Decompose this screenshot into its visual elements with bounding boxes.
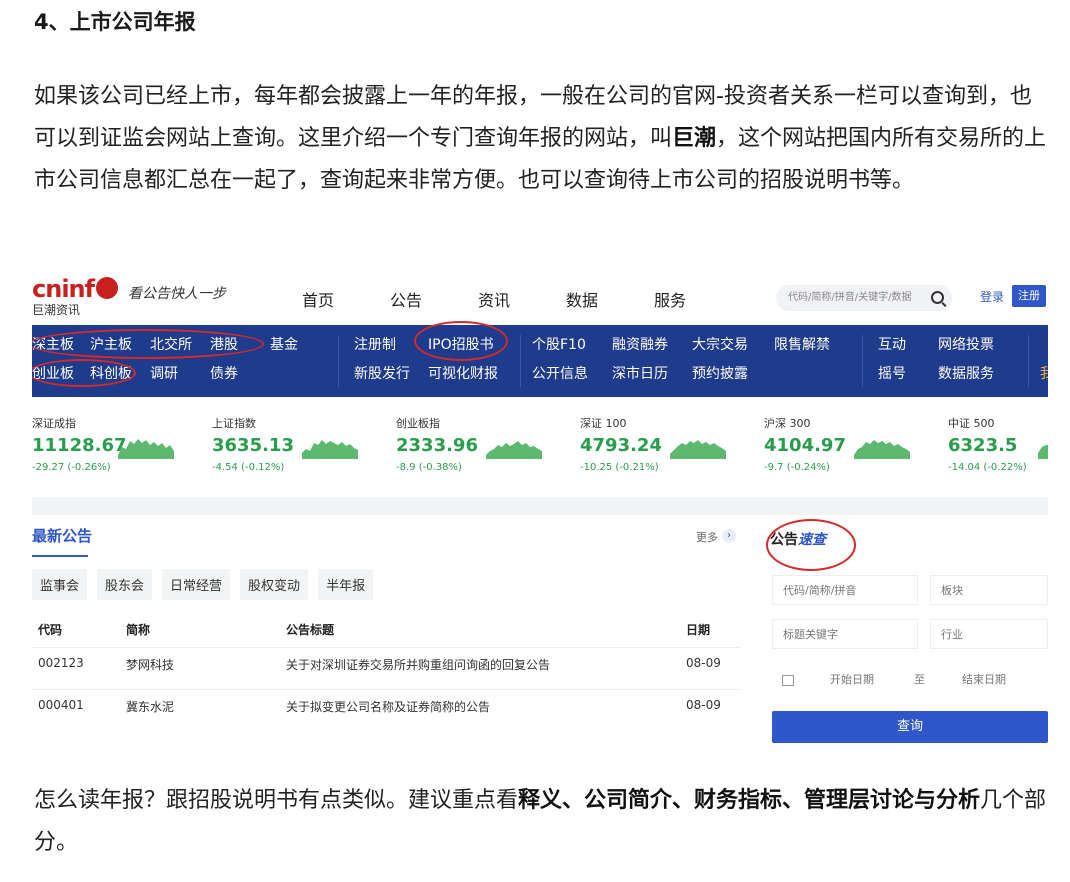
- annotation-circle-quick-search: [766, 519, 856, 571]
- nav-data[interactable]: 数据: [566, 287, 654, 311]
- nav-news[interactable]: 资讯: [478, 287, 566, 311]
- end-date-input[interactable]: 结束日期: [962, 671, 1006, 687]
- menu-fund[interactable]: 基金: [270, 334, 298, 354]
- annotation-circle-boards: [32, 329, 264, 359]
- menu-divider: [1028, 335, 1029, 387]
- chevron-right-icon[interactable]: ›: [722, 529, 736, 543]
- date-to-label: 至: [914, 673, 925, 686]
- sparkline-icon: [302, 440, 358, 459]
- keyword-input[interactable]: 标题关键字: [772, 619, 918, 649]
- date-range[interactable]: [772, 663, 1048, 693]
- reading-paragraph: 怎么读年报？跟招股说明书有点类似。建议重点看释义、公司简介、财务指标、管理层讨论…: [34, 780, 1050, 864]
- menu-scheduled[interactable]: 预约披露: [692, 363, 748, 383]
- table-header: 代码 简称 公告标题 日期: [38, 623, 711, 637]
- menu-divider: [338, 335, 339, 387]
- tab-equity-change[interactable]: 股权变动: [240, 569, 309, 600]
- table-row[interactable]: 000401 冀东水泥 关于拟变更公司名称及证券简称的公告 08-09: [32, 689, 740, 720]
- site-slogan: 看公告快人一步: [128, 286, 226, 302]
- menu-data-service[interactable]: 数据服务: [938, 363, 994, 383]
- menu-margin[interactable]: 融资融券: [612, 334, 668, 354]
- menu-visual-report[interactable]: 可视化财报: [428, 363, 498, 383]
- site-header: cninf 巨潮资讯 看公告快人一步 首页 公告 资讯 数据 服务 代码/简称/…: [32, 265, 1048, 325]
- menu-bonds[interactable]: 债券: [210, 363, 238, 383]
- index-card[interactable]: 上证指数 3635.13 -4.54 (-0.12%): [212, 415, 294, 473]
- index-card[interactable]: 深证 100 4793.24 -10.25 (-0.21%): [580, 415, 662, 473]
- industry-select[interactable]: 行业: [930, 619, 1048, 649]
- menu-public-info[interactable]: 公开信息: [532, 363, 588, 383]
- annotation-circle-chinext-star: [32, 359, 136, 387]
- annotation-circle-ipo: [414, 321, 508, 361]
- menu-new-issue[interactable]: 新股发行: [354, 363, 410, 383]
- menu-cutoff[interactable]: 我: [1040, 363, 1048, 383]
- menu-lottery[interactable]: 摇号: [878, 363, 906, 383]
- register-button[interactable]: 注册: [1012, 285, 1046, 307]
- cninfo-screenshot: cninf 巨潮资讯 看公告快人一步 首页 公告 资讯 数据 服务 代码/简称/…: [32, 265, 1048, 747]
- search-icon[interactable]: [931, 291, 944, 304]
- calendar-icon[interactable]: [782, 675, 794, 686]
- logo-subtitle: 巨潮资讯: [32, 303, 81, 317]
- latest-title-underline: [32, 555, 88, 557]
- site-search-input[interactable]: 代码/简称/拼音/关键字/数据: [776, 285, 952, 311]
- menu-registration[interactable]: 注册制: [354, 334, 396, 354]
- menu-divider: [520, 335, 521, 387]
- menu-lockup[interactable]: 限售解禁: [774, 334, 830, 354]
- section-heading: 4、上市公司年报: [34, 10, 196, 34]
- index-ticker: 深证成指 11128.67 -29.27 (-0.26%) 上证指数 3635.13-…: [32, 397, 1048, 497]
- board-select[interactable]: 板块: [930, 575, 1048, 605]
- menu-block-trade[interactable]: 大宗交易: [692, 334, 748, 354]
- nav-services[interactable]: 服务: [654, 287, 742, 311]
- index-card[interactable]: 创业板指 2333.96 -8.9 (-0.38%): [396, 415, 478, 473]
- sparkline-icon: [854, 440, 910, 459]
- intro-paragraph: 如果该公司已经上市，每年都会披露上一年的年报，一般在公司的官网-投资者关系一栏可…: [34, 76, 1050, 202]
- site-logo[interactable]: cninf: [32, 275, 119, 303]
- sparkline-icon: [118, 439, 174, 459]
- reading-bold-sections: 释义、公司简介、财务指标、管理层讨论与分析: [518, 788, 981, 813]
- intro-bold-cninfo: 巨潮: [672, 126, 717, 151]
- nav-announcements[interactable]: 公告: [390, 287, 478, 311]
- sparkline-icon: [1038, 445, 1048, 459]
- login-link[interactable]: 登录: [980, 288, 1004, 305]
- sparkline-icon: [486, 441, 542, 459]
- more-link[interactable]: 更多: [696, 529, 718, 545]
- menu-divider: [862, 335, 863, 387]
- start-date-input[interactable]: 开始日期: [830, 671, 874, 687]
- tab-half-year[interactable]: 半年报: [318, 569, 374, 600]
- latest-title[interactable]: 最新公告: [32, 525, 92, 546]
- tab-supervisory[interactable]: 监事会: [32, 569, 88, 600]
- section-divider: [32, 497, 1048, 515]
- top-nav: 首页 公告 资讯 数据 服务: [302, 287, 742, 311]
- logo-mark-icon: [96, 277, 119, 299]
- menu-research[interactable]: 调研: [150, 363, 178, 383]
- index-card[interactable]: 中证 500 6323.5 -14.04 (-0.22%): [948, 415, 1027, 473]
- tab-shareholders[interactable]: 股东会: [97, 569, 153, 600]
- menu-interaction[interactable]: 互动: [878, 334, 906, 354]
- index-card[interactable]: 沪深 300 4104.97 -9.7 (-0.24%): [764, 415, 846, 473]
- tab-daily-ops[interactable]: 日常经营: [162, 569, 231, 600]
- query-button[interactable]: 查询: [772, 711, 1048, 743]
- latest-announcements-panel: 最新公告 更多 › 监事会 股东会 日常经营 股权变动 半年报 代码 简称 公告…: [32, 515, 740, 747]
- menu-f10[interactable]: 个股F10: [532, 334, 586, 354]
- announcement-tabs: 监事会 股东会 日常经营 股权变动 半年报: [32, 569, 374, 600]
- sparkline-icon: [670, 440, 726, 459]
- code-input[interactable]: 代码/简称/拼音: [772, 575, 918, 605]
- menu-sz-calendar[interactable]: 深市日历: [612, 363, 668, 383]
- table-row[interactable]: 002123 梦网科技 关于对深圳证券交易所并购重组问询函的回复公告 08-09: [32, 647, 740, 678]
- reading-text-a: 怎么读年报？跟招股说明书有点类似。建议重点看: [34, 788, 519, 813]
- nav-home[interactable]: 首页: [302, 287, 390, 311]
- menu-online-vote[interactable]: 网络投票: [938, 334, 994, 354]
- index-card[interactable]: 深证成指 11128.67 -29.27 (-0.26%): [32, 415, 127, 473]
